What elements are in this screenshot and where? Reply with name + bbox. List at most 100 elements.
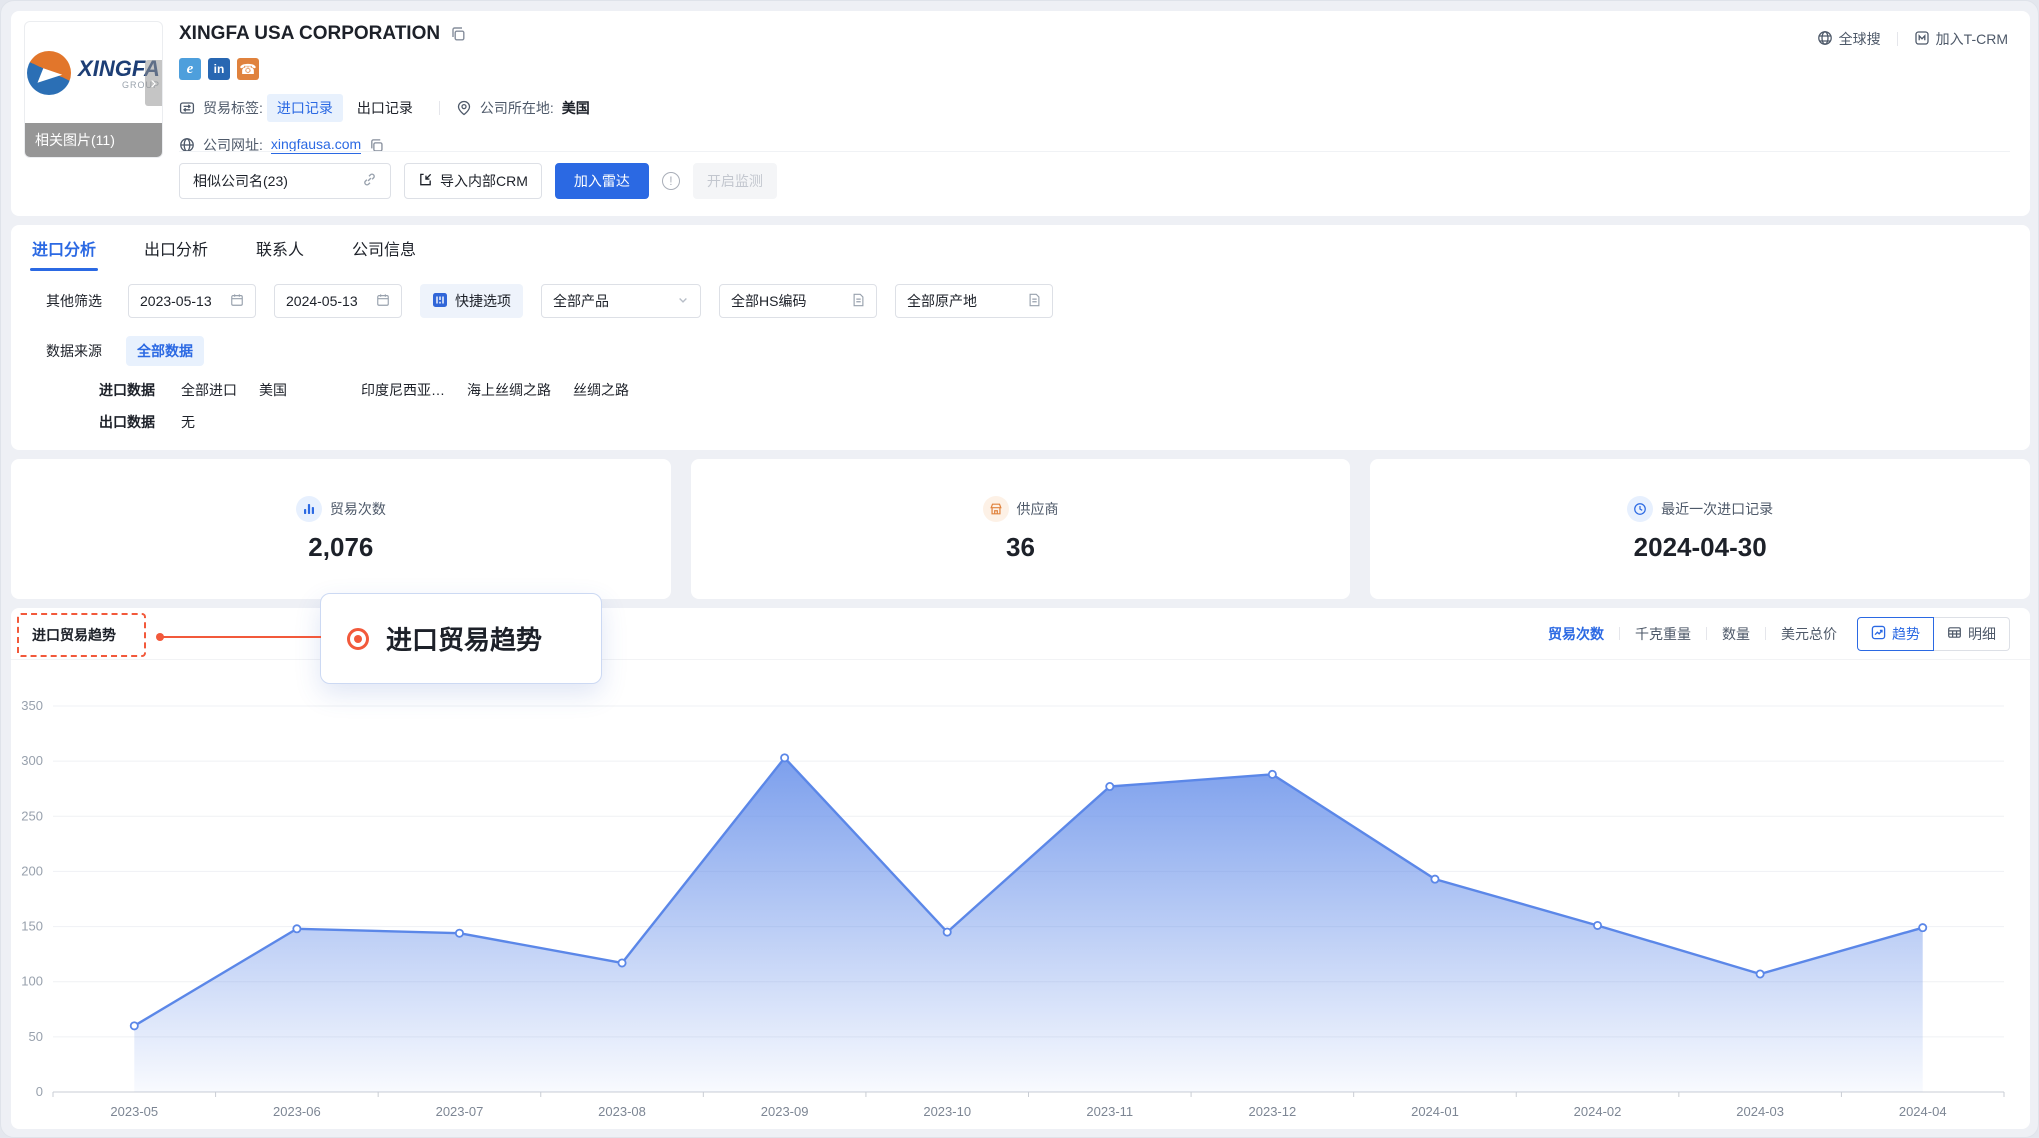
divider [1619,627,1620,640]
header-divider [179,151,2010,152]
data-point[interactable] [1269,771,1276,778]
document-icon [1028,293,1041,310]
y-axis-label: 200 [21,863,43,878]
start-date-input[interactable]: 2023-05-13 [128,284,256,318]
x-axis-label: 2023-07 [436,1104,484,1119]
related-images-link[interactable]: 相关图片(11) [25,123,162,157]
copy-company-name-icon[interactable] [450,26,466,42]
website-label: 公司网址: [203,135,263,155]
logo-globe-icon [27,51,71,95]
data-point[interactable] [1594,922,1601,929]
website-browser-icon[interactable]: e [179,58,201,80]
detail-view-button[interactable]: 明细 [1934,617,2010,651]
trade-tag-icon [179,100,195,116]
import-source-item[interactable]: 全部进口 [181,380,237,400]
chevron-down-icon [677,293,689,309]
all-data-pill[interactable]: 全部数据 [126,336,204,366]
origin-select[interactable]: 全部原产地 [895,284,1053,318]
import-record-tag[interactable]: 进口记录 [267,94,343,122]
table-icon [1947,625,1962,643]
area-fill [134,758,1922,1092]
export-data-row: 出口数据 无 [99,412,2030,432]
logo-image: XINGFA GROUP [25,22,162,123]
join-tcrm-button[interactable]: 加入T-CRM [1914,29,2008,49]
data-point[interactable] [1919,924,1926,931]
global-search-button[interactable]: 全球搜 [1817,29,1881,49]
hs-code-select[interactable]: 全部HS编码 [719,284,877,318]
data-point[interactable] [781,754,788,761]
annotation-connector-line [161,636,321,638]
y-axis-label: 0 [36,1084,43,1099]
import-crm-button[interactable]: 导入内部CRM [404,163,542,199]
data-point[interactable] [618,959,625,966]
stat-label: 最近一次进口记录 [1661,499,1773,519]
quick-options-button[interactable]: 快捷选项 [420,284,523,318]
location-label: 公司所在地: [480,98,554,118]
filter-row: 其他筛选 2023-05-13 2024-05-13 [46,284,2030,318]
start-monitor-button[interactable]: 开启监测 [693,163,777,199]
metric-kg-weight[interactable]: 千克重量 [1633,624,1693,644]
metric-tabs: 贸易次数 千克重量 数量 美元总价 [1546,624,1839,644]
divider [439,101,440,115]
data-point[interactable] [1757,970,1764,977]
similar-companies-button[interactable]: 相似公司名(23) [179,163,391,199]
y-axis-label: 250 [21,808,43,823]
data-point[interactable] [456,930,463,937]
linkedin-icon[interactable]: in [208,58,230,80]
export-record-tag[interactable]: 出口记录 [347,94,423,122]
metric-trade-count[interactable]: 贸易次数 [1546,624,1606,644]
product-select[interactable]: 全部产品 [541,284,701,318]
phone-icon[interactable]: ☎ [237,58,259,80]
company-info: XINGFA USA CORPORATION e in ☎ [179,23,1790,155]
location-value: 美国 [562,98,590,118]
tcrm-icon [1914,30,1930,49]
end-date-input[interactable]: 2024-05-13 [274,284,402,318]
x-axis-label: 2023-12 [1249,1104,1297,1119]
data-point[interactable] [1106,783,1113,790]
chart-title-highlight-box: 进口贸易趋势 [17,613,146,657]
trend-chart[interactable]: 0501001502002503003502023-052023-062023-… [11,660,2028,1127]
tab-import-analysis[interactable]: 进口分析 [32,225,96,271]
import-source-item[interactable]: 丝绸之路 [573,380,629,400]
header-tools: 全球搜 加入T-CRM [1817,29,2008,49]
data-point[interactable] [293,925,300,932]
tab-export-analysis[interactable]: 出口分析 [144,225,208,271]
company-logo[interactable]: XINGFA GROUP › 相关图片(11) [24,21,163,158]
data-point[interactable] [1431,876,1438,883]
data-source-row: 数据来源 全部数据 [46,336,2030,366]
y-axis-label: 50 [29,1029,43,1044]
x-axis-label: 2023-09 [761,1104,809,1119]
x-axis-label: 2023-05 [110,1104,158,1119]
trend-icon [1871,625,1886,643]
metric-quantity[interactable]: 数量 [1720,624,1752,644]
stat-card-suppliers: 供应商 36 [691,459,1351,599]
import-source-item[interactable]: 印度尼西亚… [361,380,445,400]
stat-card-trade-count: 贸易次数 2,076 [11,459,671,599]
next-image-chevron-icon[interactable]: › [145,60,162,106]
divider [1897,32,1898,46]
import-source-item[interactable]: 海上丝绸之路 [467,380,551,400]
x-axis-label: 2024-02 [1574,1104,1622,1119]
calendar-icon [376,293,390,310]
tab-contacts[interactable]: 联系人 [256,225,304,271]
stat-value: 2024-04-30 [1634,532,1767,563]
storefront-icon [983,496,1009,522]
import-data-row: 进口数据 全部进口 美国 印度尼西亚… 海上丝绸之路 丝绸之路 [99,380,2030,400]
info-icon[interactable]: ! [662,172,680,190]
stat-card-last-import: 最近一次进口记录 2024-04-30 [1370,459,2030,599]
trend-view-button[interactable]: 趋势 [1857,617,1934,651]
add-radar-button[interactable]: 加入雷达 [555,163,649,199]
global-search-icon [1817,30,1833,49]
data-point[interactable] [131,1022,138,1029]
divider [1706,627,1707,640]
action-buttons: 相似公司名(23) 导入内部CRM 加入雷达 ! [179,163,777,199]
y-axis-label: 300 [21,753,43,768]
company-name: XINGFA USA CORPORATION [179,23,440,45]
y-axis-label: 350 [21,698,43,713]
import-source-item[interactable]: 美国 [259,380,287,400]
data-point[interactable] [944,928,951,935]
tab-company-info[interactable]: 公司信息 [352,225,416,271]
app-page: XINGFA GROUP › 相关图片(11) XINGFA USA CORPO… [0,0,2039,1138]
metric-usd-total[interactable]: 美元总价 [1779,624,1839,644]
bar-chart-icon [296,496,322,522]
